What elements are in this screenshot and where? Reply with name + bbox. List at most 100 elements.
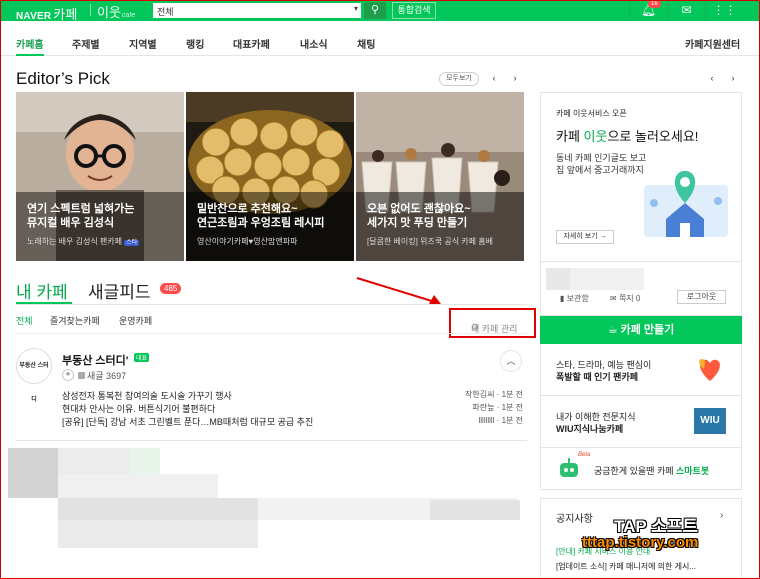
nav-topic[interactable]: 주제별 xyxy=(72,36,100,51)
next-arrow-icon[interactable]: › xyxy=(508,72,522,86)
caption-line-2: 세가지 맛 푸딩 만들기 xyxy=(367,217,468,229)
filter-managed[interactable]: 운영카페 xyxy=(119,314,152,327)
neighborhood-illustration xyxy=(644,171,728,237)
post-meta-2: 파란늪 · 1분 전 xyxy=(472,403,523,412)
caption-line-1: 연기 스펙트럼 넓혀가는 xyxy=(27,203,135,215)
logo-divider xyxy=(90,4,91,16)
note-link[interactable]: ✉ 쪽지 0 xyxy=(610,293,640,304)
promo-desc: 동네 카페 인기글도 보고집 앞에서 중고거래까지 xyxy=(556,152,646,176)
search-box[interactable]: 전체 ▾ xyxy=(152,2,362,19)
right-next-arrow-icon[interactable]: › xyxy=(726,72,740,86)
robot-icon xyxy=(560,458,578,477)
pick-card-2-caption: 밑반찬으로 추천해요~ 연근조림과 우엉조림 레시피 xyxy=(197,202,347,230)
post-author: lllllllll xyxy=(478,416,495,425)
pick-card-1[interactable]: 연기 스펙트럼 넓혀가는뮤지컬 배우 김성식 노래하는 배우 김성식 팬카페 스… xyxy=(16,92,184,261)
promo-line-1: 스타, 드라마, 예능 팬심이 xyxy=(556,360,652,370)
rep-badge: 대표 xyxy=(134,353,150,362)
pick-card-1-source: 노래하는 배우 김성식 팬카페 스타 xyxy=(27,236,182,247)
post-title-1[interactable]: 삼성전자 통복천 참여의술 도시술 가꾸기 행사 xyxy=(62,389,362,402)
tab-my-cafe[interactable]: 내 카페 xyxy=(16,278,68,303)
make-cafe-label: 카페 만들기 xyxy=(620,324,675,336)
divider xyxy=(16,440,527,441)
promo-line-2: 폭발할 때 인기 팬카페 xyxy=(556,372,639,382)
post-author: 작한김씨 xyxy=(465,390,495,399)
chevron-down-icon[interactable]: ▾ xyxy=(354,4,358,13)
headline-post: 으로 놀러오세요! xyxy=(607,129,699,144)
search-button[interactable]: ⚲ xyxy=(364,2,386,19)
source-label: 노래하는 배우 김성식 팬카페 xyxy=(27,237,122,246)
chevron-up-icon: ︿ xyxy=(506,356,516,366)
post-title-2[interactable]: 현대차 안사는 이유. 버튼식기어 불편하다 xyxy=(62,402,362,415)
post-meta-1: 작한김씨 · 1분 전 xyxy=(465,390,523,399)
cafe-name[interactable]: 부동산 스터디' xyxy=(62,352,128,368)
promo-desc-line-1: 동네 카페 인기글도 보고 xyxy=(556,153,647,163)
divider xyxy=(16,333,527,334)
nav-region[interactable]: 지역별 xyxy=(129,36,157,51)
nav-active-underline xyxy=(16,54,44,56)
wiu-logo-icon: WIU xyxy=(694,408,726,434)
tab-new-feed[interactable]: 새글피드 xyxy=(88,278,151,303)
logout-button[interactable]: 로그아웃 xyxy=(677,290,726,304)
headline-pre: 카페 xyxy=(556,129,584,144)
integrated-search-button[interactable]: 통합검색 xyxy=(392,2,436,19)
pick-card-2-source: 영산이야기카페♥영산맘앤파파 xyxy=(197,237,298,246)
nav-cafe-home[interactable]: 카페홈 xyxy=(16,36,44,51)
post-author: 파란늪 xyxy=(472,403,495,412)
post-time: 1분 전 xyxy=(501,416,523,425)
saved-box-link[interactable]: ▮ 보관함 xyxy=(560,293,589,304)
editors-pick-title: Editor’s Pick xyxy=(16,69,110,88)
folder-icon: ▮ xyxy=(560,294,565,303)
promo-line-1: 궁금한게 있을땐 카페 xyxy=(594,466,677,476)
heart-icon xyxy=(699,359,720,381)
promo-fan-text: 스타, 드라마, 예능 팬심이폭발할 때 인기 팬카페 xyxy=(556,359,651,383)
notice-more-arrow-icon[interactable]: › xyxy=(720,510,723,521)
notification-badge: 16 xyxy=(648,0,661,8)
right-prev-arrow-icon[interactable]: ‹ xyxy=(705,72,719,86)
apps-button[interactable]: ⋮⋮ xyxy=(705,0,743,21)
neighbor-service-link[interactable]: 이웃cafe xyxy=(97,2,135,21)
more-details-button[interactable]: 자세히 보기 → xyxy=(556,230,614,244)
filter-favorites[interactable]: 즐겨찾는카페 xyxy=(50,314,100,327)
star-icon[interactable]: ★ xyxy=(62,369,74,381)
feed-count-badge: 485 xyxy=(160,283,182,294)
note-count: 0 xyxy=(635,294,641,303)
promo-line-1: 내가 이해한 전문지식 xyxy=(556,412,636,422)
caption-line-2: 연근조림과 우엉조림 레시피 xyxy=(197,217,325,229)
cafe-avatar[interactable]: 부동산 스터디 xyxy=(16,348,52,403)
post-time: 1분 전 xyxy=(501,390,523,399)
naver-cafe-logo[interactable]: NAVER 카페 xyxy=(16,4,78,23)
nav-chat[interactable]: 채팅 xyxy=(357,36,375,51)
promo-wiu-text: 내가 이해한 전문지식 WIU지식나눔카페 xyxy=(556,411,636,435)
view-all-button[interactable]: 모두보기 xyxy=(439,72,479,86)
note-label: 쪽지 xyxy=(618,294,634,303)
nav-my-news[interactable]: 내소식 xyxy=(300,36,328,51)
notice-title[interactable]: 공지사항 xyxy=(556,510,593,525)
post-title-3[interactable]: [공유] [단독] 강남 서초 그린벨트 푼다…MB때처럼 대규모 공급 추진 xyxy=(62,415,362,428)
pick-card-1-caption: 연기 스펙트럼 넓혀가는뮤지컬 배우 김성식 xyxy=(27,202,177,230)
prev-arrow-icon[interactable]: ‹ xyxy=(487,72,501,86)
promo-desc-line-2: 집 앞에서 중고거래까지 xyxy=(556,165,644,175)
caption-line-2: 뮤지컬 배우 김성식 xyxy=(27,217,115,229)
main-nav: 카페홈 주제별 지역별 랭킹 대표카페 내소식 채팅 카페지원센터 xyxy=(0,32,760,56)
pick-card-3-source: [달콤한 베이킹] 위즈쿡 공식 카페 홈베 xyxy=(367,237,493,246)
notice-item-2[interactable]: [업데이트 소식] 카페 매니저에 의한 게시... xyxy=(556,561,696,572)
pick-card-2[interactable]: 밑반찬으로 추천해요~ 연근조림과 우엉조림 레시피 영산이야기카페♥영산맘앤파파 xyxy=(186,92,354,261)
nav-ranking[interactable]: 랭킹 xyxy=(186,36,204,51)
make-cafe-button[interactable]: ☕ 카페 만들기 xyxy=(540,316,742,344)
post-time: 1분 전 xyxy=(501,403,523,412)
collapse-button[interactable]: ︿ xyxy=(500,350,522,372)
smartbot-text: 궁금한게 있을땐 카페 스마트봇 xyxy=(594,464,709,477)
nav-support-center[interactable]: 카페지원센터 xyxy=(685,36,740,51)
promo-small-text: 카페 이웃서비스 오픈 xyxy=(556,109,627,118)
nav-featured[interactable]: 대표카페 xyxy=(233,36,270,51)
naver-logo-text: NAVER xyxy=(16,11,52,22)
post-meta-3: lllllllll · 1분 전 xyxy=(478,416,523,425)
promo-line-2: 스마트봇 xyxy=(676,466,710,476)
pick-card-3[interactable]: 오븐 없어도 괜찮아요~ 세가지 맛 푸딩 만들기 [달콤한 베이킹] 위즈쿡 공… xyxy=(356,92,524,261)
filter-all[interactable]: 전체 xyxy=(16,314,33,327)
pick-card-3-caption: 오븐 없어도 괜찮아요~ 세가지 맛 푸딩 만들기 xyxy=(367,202,517,230)
search-scope-select[interactable]: 전체 xyxy=(157,7,174,17)
service-label: 이웃 xyxy=(97,5,121,20)
mail-button[interactable]: ✉ xyxy=(667,0,705,21)
service-sub-label: cafe xyxy=(121,12,136,19)
